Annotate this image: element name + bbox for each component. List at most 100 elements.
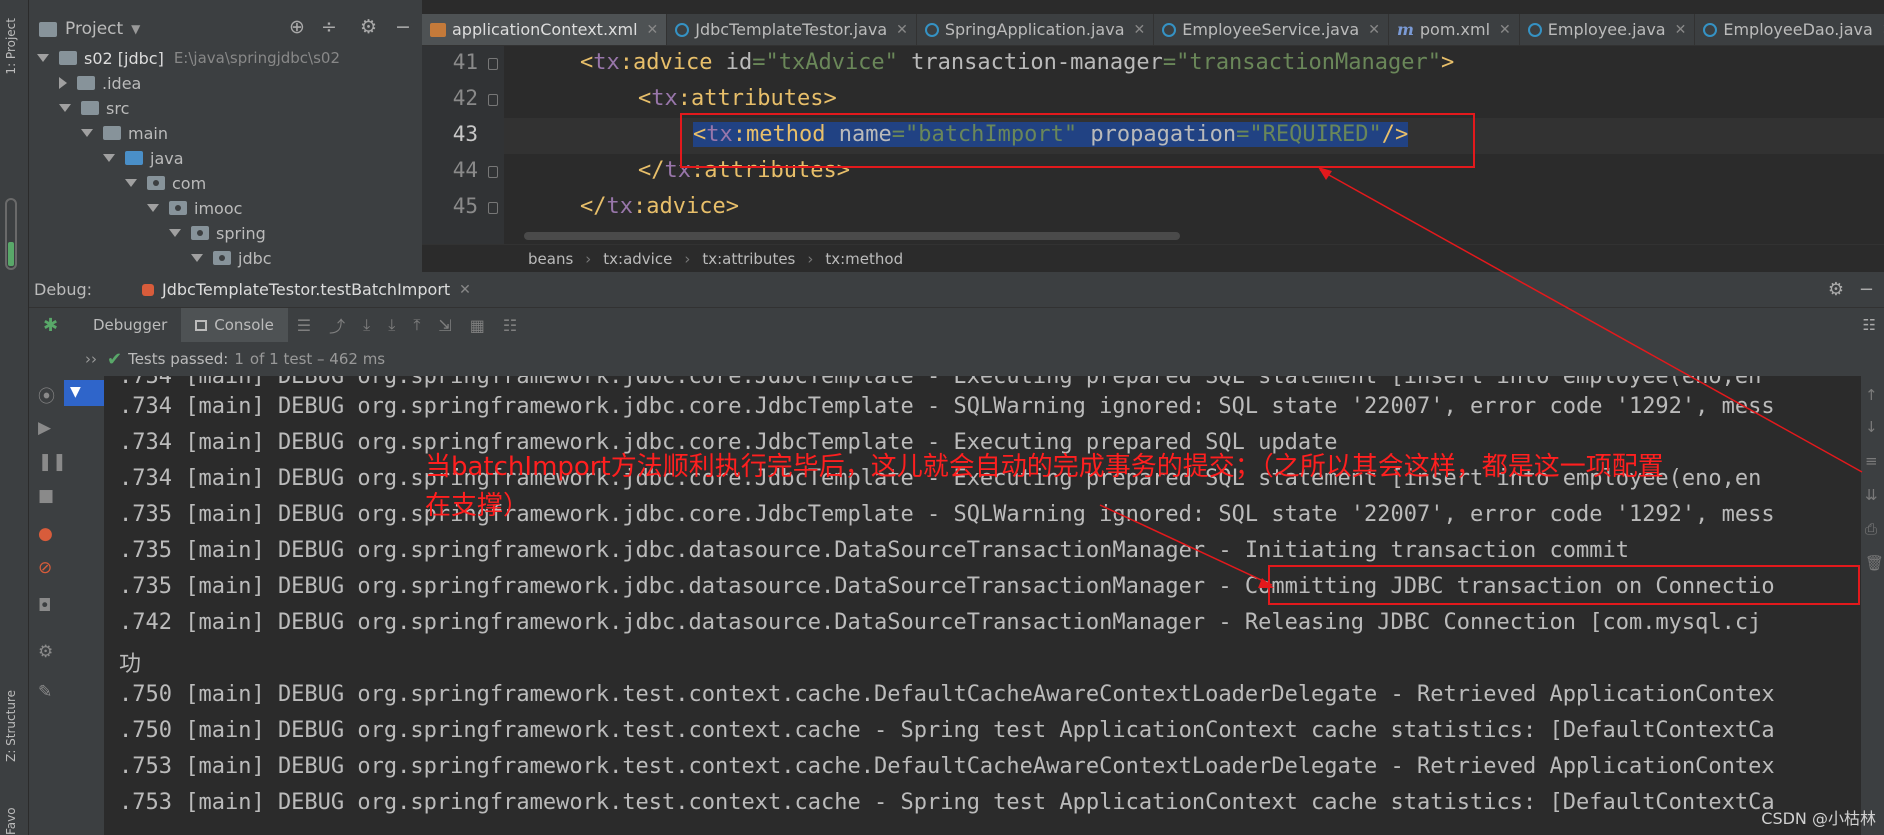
java-class-icon (1703, 22, 1718, 37)
fold-marker-icon[interactable] (488, 202, 498, 214)
gear-icon[interactable]: ⚙ (38, 642, 53, 662)
mute-breakpoints-icon[interactable]: ⊘ (38, 558, 52, 578)
module-folder-icon (59, 51, 77, 65)
console-line: .735 [main] DEBUG org.springframework.jd… (119, 502, 1775, 527)
run-to-cursor-icon[interactable]: ⇲ (438, 316, 451, 335)
tab-employeedao-java[interactable]: EmployeeDao.java ✕ (1695, 14, 1884, 45)
tab-employee-java[interactable]: Employee.java ✕ (1520, 14, 1696, 45)
tab-pom-xml[interactable]: m pom.xml ✕ (1389, 14, 1520, 45)
structure-tool-window-button[interactable]: Z: Structure (4, 690, 18, 762)
trash-icon[interactable]: 🗑 (1865, 554, 1884, 572)
tree-item-java[interactable]: java (103, 146, 184, 170)
expand-arrow-icon[interactable] (103, 154, 115, 162)
print-icon[interactable]: ⎙ (1865, 520, 1877, 538)
favorites-tool-window-button[interactable]: Favorites (4, 808, 18, 835)
expand-arrow-icon[interactable] (125, 179, 137, 187)
code-line-41: <tx:advice id="txAdvice" transaction-man… (580, 50, 1455, 75)
show-execution-point-icon[interactable]: ⤴ (329, 313, 345, 337)
console-right-toolbar: ↑ ↓ ≡ ⇊ ⎙ 🗑 (1861, 376, 1884, 835)
rerun-icon[interactable]: ✱ (29, 315, 79, 336)
tab-applicationcontext-xml[interactable]: applicationContext.xml ✕ (422, 14, 668, 45)
view-breakpoints-icon[interactable]: ● (38, 524, 53, 544)
tab-employeeservice-java[interactable]: EmployeeService.java ✕ (1154, 14, 1389, 45)
breadcrumb-item[interactable]: beans (528, 250, 573, 268)
scroll-to-end-icon[interactable]: ⇊ (1865, 486, 1878, 504)
expand-arrow-icon[interactable] (191, 254, 203, 262)
close-icon[interactable]: ✕ (1368, 22, 1380, 38)
collapse-arrow-icon[interactable] (59, 77, 67, 89)
tree-item-s02[interactable]: s02 [jdbc] E:\java\springjdbc\s02 (37, 46, 340, 70)
pause-icon[interactable]: ❚❚ (38, 452, 67, 472)
tree-item-jdbc[interactable]: jdbc (191, 246, 272, 270)
gear-icon[interactable]: ⚙ (360, 16, 377, 38)
breadcrumb-item[interactable]: tx:method (825, 250, 903, 268)
close-icon[interactable]: ✕ (459, 282, 471, 298)
project-view-selector[interactable]: Project (65, 19, 123, 39)
tab-debugger[interactable]: Debugger (79, 308, 181, 342)
expand-arrow-icon[interactable] (169, 229, 181, 237)
expand-arrow-icon[interactable]: ▼ (70, 384, 81, 400)
console-output[interactable]: .734 [main] DEBUG org.springframework.jd… (104, 376, 1861, 835)
console-line: .734 [main] DEBUG org.springframework.jd… (119, 376, 1762, 389)
stop-icon[interactable]: ⦿ (38, 382, 55, 407)
tab-console[interactable]: Console (181, 308, 288, 342)
menu-icon[interactable]: ☰ (297, 316, 311, 335)
pin-icon[interactable]: ✎ (38, 682, 52, 702)
hide-panel-icon[interactable]: − (1859, 279, 1874, 300)
step-over-icon[interactable]: ⤓ (363, 315, 370, 335)
line-number: 42 (452, 86, 478, 110)
collapse-all-icon[interactable]: ÷ (321, 16, 337, 38)
breadcrumb-item[interactable]: tx:advice (603, 250, 672, 268)
tree-item-src[interactable]: src (59, 96, 129, 120)
step-out-icon[interactable]: ⤒ (413, 315, 420, 335)
fold-marker-icon[interactable] (488, 58, 498, 70)
stop-square-icon[interactable]: ■ (38, 486, 54, 506)
tab-label: applicationContext.xml (452, 20, 638, 39)
editor-gutter: 41 42 43 44 45 (422, 46, 504, 244)
trace-icon[interactable]: ☷ (503, 316, 517, 335)
hide-panel-icon[interactable]: − (395, 16, 411, 38)
locate-icon[interactable]: ⊕ (289, 16, 305, 38)
project-panel: Project ▼ ⊕ ÷ ⚙ − s02 [jdbc] E:\java\spr… (29, 0, 422, 272)
test-tree-selected-row[interactable]: ▼ (64, 380, 104, 406)
close-icon[interactable]: ✕ (896, 22, 908, 38)
tree-item-com[interactable]: com (125, 171, 206, 195)
horizontal-scrollbar[interactable] (524, 232, 1180, 240)
arrow-up-icon[interactable]: ↑ (1865, 386, 1878, 404)
debug-session-tab[interactable]: JdbcTemplateTestor.testBatchImport ✕ (142, 280, 471, 299)
watermark: CSDN @小枯林 (1761, 809, 1876, 828)
fold-marker-icon[interactable] (488, 166, 498, 178)
highlight-box-commit (1268, 565, 1860, 605)
breadcrumb: beans › tx:advice › tx:attributes › tx:meth… (422, 244, 1884, 272)
layout-icon[interactable]: ☷ (1863, 316, 1876, 334)
step-into-icon[interactable]: ⤓ (388, 315, 395, 335)
project-tool-window-button[interactable]: 1: Project (4, 18, 18, 75)
close-icon[interactable]: ✕ (1134, 22, 1146, 38)
tree-item-imooc[interactable]: imooc (147, 196, 242, 220)
tab-label: EmployeeService.java (1182, 20, 1360, 39)
expand-arrow-icon[interactable] (59, 104, 71, 112)
evaluate-icon[interactable]: ▦ (470, 316, 485, 335)
breadcrumb-item[interactable]: tx:attributes (702, 250, 795, 268)
tree-item-spring[interactable]: spring (169, 221, 266, 245)
close-icon[interactable]: ✕ (1675, 22, 1687, 38)
expand-arrow-icon[interactable] (147, 204, 159, 212)
close-icon[interactable]: ✕ (647, 22, 659, 38)
tab-springapplication-java[interactable]: SpringApplication.java ✕ (917, 14, 1155, 45)
tree-item-idea[interactable]: .idea (59, 71, 141, 95)
gear-icon[interactable]: ⚙ (1828, 279, 1844, 300)
tab-jdbctemplatetestor-java[interactable]: JdbcTemplateTestor.java ✕ (667, 14, 917, 45)
expand-arrow-icon[interactable] (37, 54, 49, 62)
arrow-down-icon[interactable]: ↓ (1865, 418, 1878, 436)
expand-icon[interactable]: ›› (85, 350, 97, 368)
chevron-down-icon[interactable]: ▼ (131, 22, 140, 36)
fold-marker-icon[interactable] (488, 94, 498, 106)
resume-icon[interactable]: ▶ (38, 418, 51, 438)
tree-item-label: .idea (102, 73, 142, 93)
camera-icon[interactable]: ◘ (38, 596, 51, 616)
folder-icon (81, 101, 99, 115)
tree-item-label: java (150, 148, 184, 168)
close-icon[interactable]: ✕ (1499, 22, 1511, 38)
expand-arrow-icon[interactable] (81, 129, 93, 137)
tree-item-main[interactable]: main (81, 121, 168, 145)
